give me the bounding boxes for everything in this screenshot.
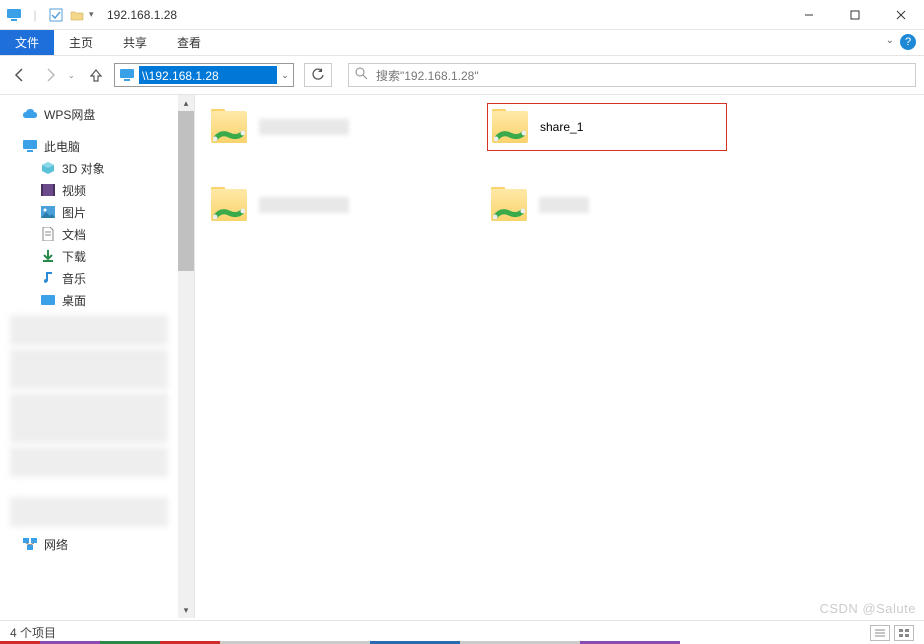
item-label-redacted <box>539 197 589 213</box>
details-view-button[interactable] <box>870 625 890 641</box>
folder-item[interactable] <box>207 181 447 229</box>
icons-view-button[interactable] <box>894 625 914 641</box>
qat-dropdown-icon[interactable]: ▾ <box>89 9 99 20</box>
nav-downloads-label: 下载 <box>62 248 86 265</box>
folder-item-share1[interactable]: share_1 <box>487 103 727 151</box>
forward-button[interactable] <box>38 63 62 87</box>
nav-pictures-label: 图片 <box>62 204 86 221</box>
item-label-redacted <box>259 197 349 213</box>
nav-3dobjects-label: 3D 对象 <box>62 160 105 177</box>
close-button[interactable] <box>878 0 924 30</box>
tab-share[interactable]: 共享 <box>108 30 162 55</box>
nav-wps[interactable]: WPS网盘 <box>0 103 178 125</box>
address-dropdown-icon[interactable]: ⌄ <box>277 70 293 81</box>
nav-redacted <box>10 349 168 389</box>
share-folder-icon <box>490 107 530 147</box>
network-icon <box>22 536 38 552</box>
nav-desktop[interactable]: 桌面 <box>0 289 178 311</box>
window-title: 192.168.1.28 <box>107 8 177 22</box>
address-computer-icon <box>117 65 137 85</box>
recent-dropdown-icon[interactable]: ⌄ <box>68 71 78 80</box>
folder-item[interactable] <box>207 103 447 151</box>
back-button[interactable] <box>8 63 32 87</box>
navigation-pane: ▴ ▾ WPS网盘 此电脑 3D 对象 视频 图片 <box>0 95 195 618</box>
navigation-bar: ⌄ \\192.168.1.28 ⌄ 搜索"192.168.1.28" <box>0 56 924 94</box>
ribbon-expand-icon[interactable]: ⌄ <box>886 35 894 46</box>
nav-videos-label: 视频 <box>62 182 86 199</box>
minimize-button[interactable] <box>786 0 832 30</box>
search-box[interactable]: 搜索"192.168.1.28" <box>348 63 916 87</box>
share-folder-icon <box>489 185 529 225</box>
nav-documents-label: 文档 <box>62 226 86 243</box>
item-count: 4 个项目 <box>10 624 56 641</box>
address-text[interactable]: \\192.168.1.28 <box>139 66 277 84</box>
tab-view[interactable]: 查看 <box>162 30 216 55</box>
desktop-icon <box>40 292 56 308</box>
up-button[interactable] <box>84 63 108 87</box>
address-bar[interactable]: \\192.168.1.28 ⌄ <box>114 63 294 87</box>
music-icon <box>40 270 56 286</box>
properties-icon[interactable] <box>47 6 65 24</box>
nav-thispc-label: 此电脑 <box>44 138 80 155</box>
nav-redacted <box>10 497 168 527</box>
content-pane[interactable]: share_1 <box>195 95 924 618</box>
body: ▴ ▾ WPS网盘 此电脑 3D 对象 视频 图片 <box>0 94 924 618</box>
nav-redacted <box>10 393 168 443</box>
item-label: share_1 <box>540 120 583 134</box>
nav-music-label: 音乐 <box>62 270 86 287</box>
nav-wps-label: WPS网盘 <box>44 106 95 123</box>
nav-redacted <box>10 447 168 477</box>
computer-icon <box>22 138 38 154</box>
nav-downloads[interactable]: 下载 <box>0 245 178 267</box>
document-icon <box>40 226 56 242</box>
nav-scroll-down[interactable]: ▾ <box>178 602 194 618</box>
nav-pictures[interactable]: 图片 <box>0 201 178 223</box>
nav-redacted <box>10 315 168 345</box>
maximize-button[interactable] <box>832 0 878 30</box>
nav-scroll-up[interactable]: ▴ <box>178 95 194 111</box>
share-folder-icon <box>209 107 249 147</box>
nav-scroll-thumb[interactable] <box>178 111 194 271</box>
tab-home[interactable]: 主页 <box>54 30 108 55</box>
search-icon <box>355 67 368 83</box>
ribbon-tabs: 文件 主页 共享 查看 ⌄ ? <box>0 30 924 56</box>
refresh-button[interactable] <box>304 63 332 87</box>
tab-file[interactable]: 文件 <box>0 30 54 55</box>
title-bar: | ▾ 192.168.1.28 <box>0 0 924 30</box>
folder-item[interactable] <box>487 181 727 229</box>
nav-network[interactable]: 网络 <box>0 533 178 555</box>
help-icon[interactable]: ? <box>900 34 916 50</box>
nav-documents[interactable]: 文档 <box>0 223 178 245</box>
share-folder-icon <box>209 185 249 225</box>
download-icon <box>40 248 56 264</box>
new-folder-icon[interactable] <box>68 6 86 24</box>
app-icon[interactable] <box>5 6 23 24</box>
cloud-icon <box>22 106 38 122</box>
nav-thispc[interactable]: 此电脑 <box>0 135 178 157</box>
video-icon <box>40 182 56 198</box>
item-label-redacted <box>259 119 349 135</box>
picture-icon <box>40 204 56 220</box>
cube-icon <box>40 160 56 176</box>
nav-network-label: 网络 <box>44 536 68 553</box>
quick-access-toolbar: | ▾ <box>0 6 99 24</box>
qat-sep: | <box>26 6 44 24</box>
nav-music[interactable]: 音乐 <box>0 267 178 289</box>
nav-3dobjects[interactable]: 3D 对象 <box>0 157 178 179</box>
watermark: CSDN @Salute <box>819 601 916 616</box>
nav-desktop-label: 桌面 <box>62 292 86 309</box>
nav-videos[interactable]: 视频 <box>0 179 178 201</box>
search-placeholder: 搜索"192.168.1.28" <box>376 67 479 84</box>
